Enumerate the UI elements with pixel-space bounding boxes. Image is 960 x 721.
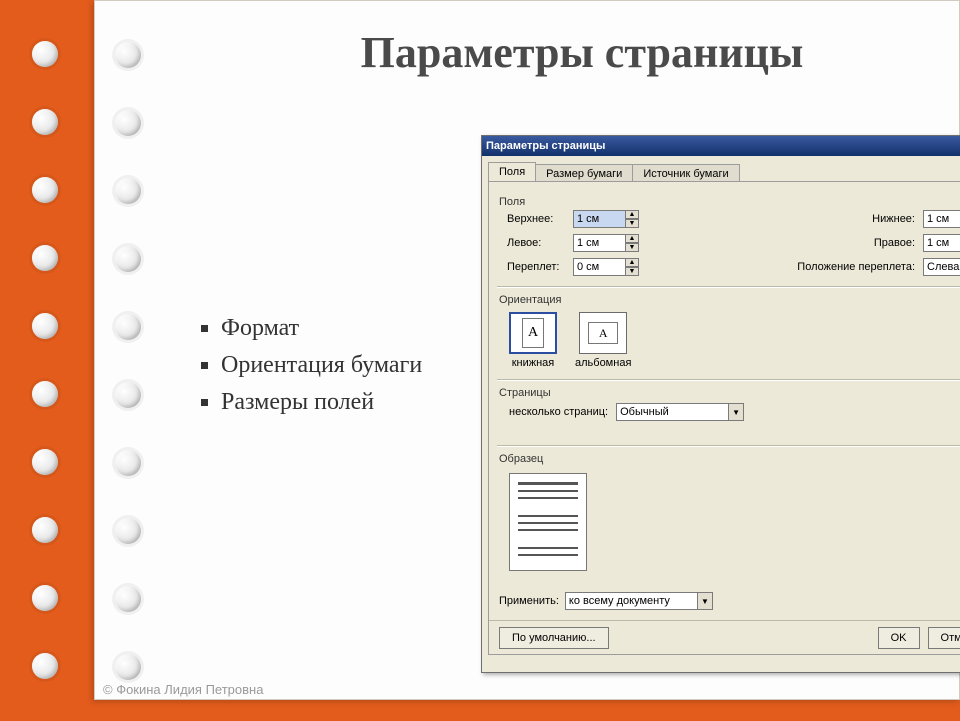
- select-apply[interactable]: ▼: [565, 592, 715, 610]
- input-right[interactable]: ▲▼: [923, 234, 960, 252]
- group-orientation-label: Ориентация: [499, 294, 960, 306]
- portrait-icon: A: [522, 318, 544, 348]
- label-apply: Применить:: [499, 595, 559, 607]
- slide-page: Параметры страницы Формат Ориентация бум…: [94, 0, 960, 700]
- ok-button[interactable]: OK: [878, 627, 920, 649]
- page-setup-dialog: Параметры страницы ? × Поля Размер бумаг…: [481, 135, 960, 673]
- dialog-titlebar[interactable]: Параметры страницы ? ×: [482, 136, 960, 156]
- page-preview: [509, 473, 587, 571]
- input-left[interactable]: ▲▼: [573, 234, 659, 252]
- chevron-down-icon[interactable]: ▼: [728, 403, 744, 421]
- slide-title: Параметры страницы: [245, 27, 919, 78]
- label-bottom: Нижнее:: [793, 213, 923, 225]
- group-preview-label: Образец: [499, 453, 960, 465]
- bullet-item: Ориентация бумаги: [221, 352, 422, 379]
- tab-fields[interactable]: Поля: [488, 162, 536, 181]
- group-fields-label: Поля: [499, 196, 960, 208]
- bullet-item: Размеры полей: [221, 389, 422, 416]
- dialog-tabs: Поля Размер бумаги Источник бумаги: [482, 156, 960, 181]
- label-top: Верхнее:: [507, 213, 573, 225]
- input-top[interactable]: ▲▼: [573, 210, 659, 228]
- binder-holes-outer: [30, 0, 60, 720]
- orientation-landscape[interactable]: A альбомная: [575, 312, 631, 369]
- cancel-button[interactable]: Отмена: [928, 627, 960, 649]
- group-pages-label: Страницы: [499, 387, 960, 399]
- input-bottom[interactable]: ▲▼: [923, 210, 960, 228]
- chevron-down-icon[interactable]: ▼: [697, 592, 713, 610]
- slide-bullets: Формат Ориентация бумаги Размеры полей: [181, 315, 422, 426]
- bullet-item: Формат: [221, 315, 422, 342]
- spin-buttons[interactable]: ▲▼: [625, 210, 639, 228]
- default-button[interactable]: По умолчанию...: [499, 627, 609, 649]
- label-gutter: Переплет:: [507, 261, 573, 273]
- dialog-button-row: По умолчанию... OK Отмена: [489, 620, 960, 654]
- label-right: Правое:: [793, 237, 923, 249]
- landscape-icon: A: [588, 322, 618, 344]
- select-multi-pages[interactable]: ▼: [616, 403, 746, 421]
- dialog-title: Параметры страницы: [486, 140, 605, 152]
- label-left: Левое:: [507, 237, 573, 249]
- slide-footer: © Фокина Лидия Петровна: [103, 682, 263, 697]
- select-gutter-pos[interactable]: ▼: [923, 258, 960, 276]
- tab-panel-fields: Поля Верхнее: ▲▼ Нижнее: ▲▼ Левое: ▲▼: [488, 181, 960, 655]
- input-gutter[interactable]: ▲▼: [573, 258, 659, 276]
- binder-holes-inner: [113, 1, 143, 721]
- orientation-portrait[interactable]: A книжная: [509, 312, 557, 369]
- label-gutter-pos: Положение переплета:: [793, 261, 923, 273]
- label-multi-pages: несколько страниц:: [509, 406, 608, 418]
